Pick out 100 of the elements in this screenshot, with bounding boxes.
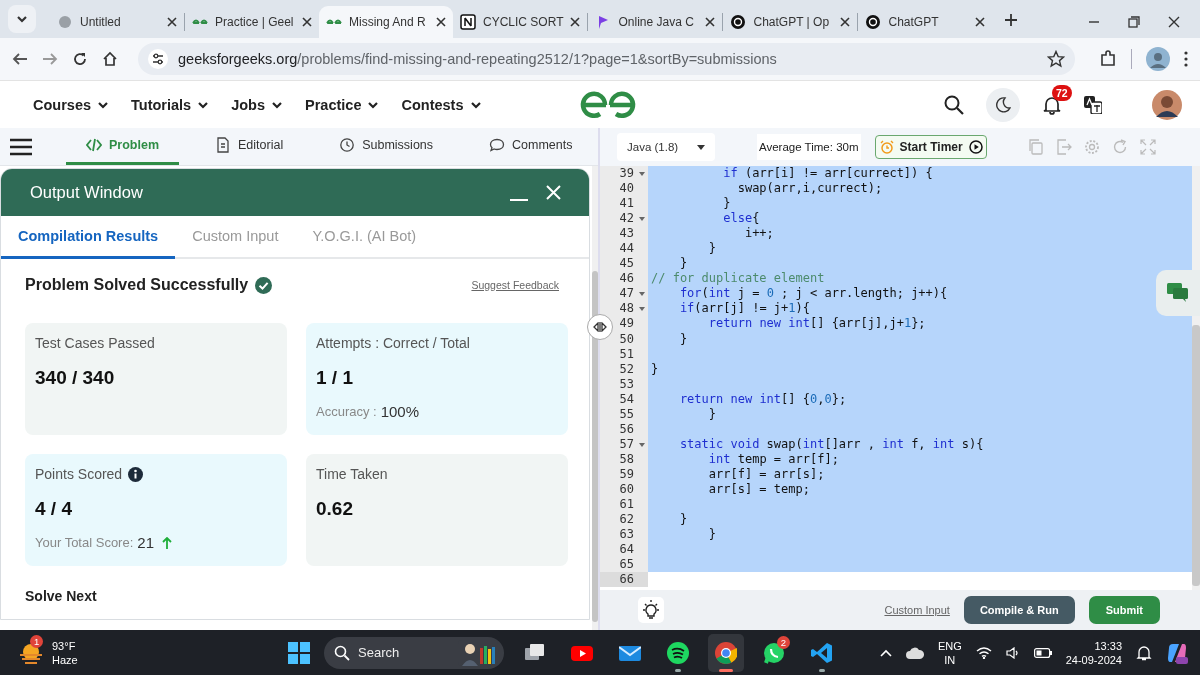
browser-tab[interactable]: Missing And R [319, 6, 453, 38]
more-menu-icon[interactable] [1184, 51, 1188, 67]
line-number: 42 [619, 211, 634, 227]
note-label: Accuracy : [316, 404, 377, 419]
site-settings-icon[interactable] [148, 49, 168, 69]
notification-badge: 2 [776, 635, 790, 649]
line-number: 43 [619, 226, 634, 242]
home-icon[interactable] [102, 51, 118, 67]
browser-tab[interactable]: Untitled [50, 6, 184, 38]
star-icon[interactable] [1047, 50, 1065, 68]
user-avatar[interactable] [1152, 89, 1182, 120]
language-dropdown[interactable]: Java (1.8) [617, 133, 715, 161]
notification-bell-icon[interactable] [1136, 644, 1152, 661]
search-icon[interactable] [944, 94, 964, 115]
check-circle-icon [255, 276, 273, 294]
url-text: geeksforgeeks.org/problems/find-missing-and-repeating2512/1?page=1&sortBy=submissions [178, 51, 778, 67]
address-bar[interactable]: geeksforgeeks.org/problems/find-missing-and-repeating2512/1?page=1&sortBy=submissions [138, 43, 1075, 75]
browser-tab[interactable]: Online Java C [588, 6, 723, 38]
close-icon[interactable] [840, 17, 851, 27]
wifi-icon[interactable] [975, 646, 992, 659]
stat-label: Time Taken [316, 466, 388, 482]
close-icon[interactable] [705, 17, 716, 27]
problem-tab[interactable]: Editorial [195, 128, 304, 165]
compile-run-button[interactable]: Compile & Run [963, 596, 1075, 624]
close-icon[interactable] [436, 17, 446, 27]
stat-value: 4 / 4 [35, 498, 73, 520]
tab-title: CYCLIC SORT [483, 15, 564, 29]
scrollbar-thumb[interactable] [1192, 325, 1200, 586]
theme-toggle-button[interactable] [986, 87, 1020, 122]
nav-menu[interactable]: Courses [33, 96, 110, 113]
browser-tab[interactable]: Practice | Geel [185, 6, 319, 38]
globe-icon [57, 14, 73, 30]
search-icon [334, 644, 350, 661]
extensions-icon[interactable] [1099, 50, 1117, 68]
close-icon[interactable] [975, 17, 986, 27]
start-timer-button[interactable]: Start Timer [874, 135, 987, 159]
output-tab[interactable]: Compilation Results [1, 216, 176, 259]
restore-icon[interactable] [1128, 16, 1140, 28]
clock-icon [339, 137, 356, 153]
back-arrow-icon[interactable] [12, 51, 28, 67]
fold-caret-icon[interactable] [639, 172, 645, 176]
hint-button[interactable] [638, 597, 664, 623]
spotify-icon [667, 641, 689, 664]
forward-arrow-icon[interactable] [42, 51, 58, 67]
nav-menu[interactable]: Jobs [231, 96, 284, 113]
line-number: 54 [619, 391, 634, 407]
reload-icon[interactable] [72, 51, 88, 67]
vscode-icon [811, 641, 833, 664]
browser-tab[interactable]: ChatGPT | Op [723, 6, 858, 38]
line-number: 52 [619, 361, 634, 377]
code-icon [86, 137, 102, 153]
nav-menu[interactable]: Contests [401, 96, 482, 113]
copilot-icon[interactable] [1166, 641, 1188, 664]
battery-icon[interactable] [1033, 647, 1052, 658]
info-icon[interactable] [128, 466, 144, 482]
nav-menu[interactable]: Practice [305, 96, 380, 113]
submit-button[interactable]: Submit [1088, 596, 1160, 624]
chevron-down-icon [16, 13, 28, 25]
tab-search-button[interactable] [8, 5, 36, 33]
problem-tab[interactable]: Submissions [319, 128, 454, 165]
stat-label: Points Scored [35, 466, 123, 482]
cloud-icon[interactable] [905, 646, 924, 659]
scrollbar-thumb[interactable] [592, 271, 598, 622]
document-icon [215, 137, 231, 153]
translate-icon[interactable] [1084, 95, 1102, 114]
whatsapp-icon [763, 641, 785, 664]
fold-caret-icon[interactable] [639, 442, 645, 447]
fold-caret-icon[interactable] [639, 292, 645, 297]
line-number: 50 [619, 331, 634, 347]
close-icon[interactable] [302, 17, 312, 27]
caret-down-icon [697, 144, 705, 150]
input-language[interactable]: ENG IN [937, 638, 962, 667]
windows-start-icon[interactable] [288, 641, 310, 664]
line-number: 48 [619, 301, 634, 317]
stat-value: 0.62 [316, 498, 354, 520]
suggest-feedback-link[interactable]: Suggest Feedback [471, 279, 559, 291]
problem-tab[interactable]: Comments [469, 128, 593, 165]
custom-input-link[interactable]: Custom Input [884, 604, 950, 616]
chatgpt-logo-icon [730, 14, 747, 30]
browser-tab[interactable]: ChatGPT [858, 6, 993, 38]
chrome-taskbar-button[interactable] [708, 633, 744, 672]
new-tab-icon[interactable] [1004, 13, 1019, 27]
browser-tab[interactable]: CYCLIC SORT [453, 6, 588, 38]
chat-button[interactable] [1156, 270, 1200, 316]
line-number: 66 [619, 572, 634, 588]
taskbar-search-field[interactable]: Search [324, 636, 504, 669]
close-icon[interactable] [167, 17, 177, 27]
fold-caret-icon[interactable] [639, 217, 645, 222]
whatsapp-taskbar-button[interactable]: 2 [756, 633, 792, 672]
fold-caret-icon[interactable] [639, 307, 645, 312]
tab-title: Untitled [80, 15, 122, 29]
chevron-up-icon[interactable] [879, 648, 892, 657]
menu-icon[interactable] [10, 137, 32, 156]
close-icon[interactable] [570, 17, 581, 27]
clock[interactable]: 13:33 24-09-2024 [1065, 638, 1122, 667]
close-icon[interactable] [1168, 16, 1180, 28]
speaker-icon[interactable] [1005, 646, 1020, 659]
profile-avatar[interactable] [1146, 47, 1170, 71]
line-number: 59 [619, 466, 634, 482]
nav-menu[interactable]: Tutorials [131, 96, 210, 113]
